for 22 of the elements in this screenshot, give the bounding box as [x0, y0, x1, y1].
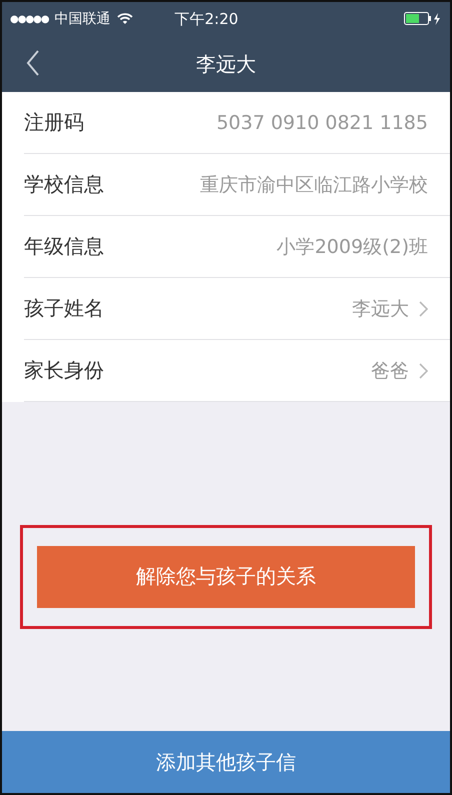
- row-label: 家长身份: [24, 357, 104, 384]
- row-label: 孩子姓名: [24, 295, 104, 322]
- chevron-icon: [419, 362, 428, 378]
- back-icon[interactable]: [26, 50, 40, 76]
- chevron-icon: [419, 300, 428, 316]
- add-child-button[interactable]: 添加其他孩子信: [2, 731, 450, 793]
- row-label: 学校信息: [24, 171, 104, 198]
- row-label: 注册码: [24, 109, 84, 136]
- signal-dots: ●●●●●: [10, 14, 49, 24]
- battery-icon: [404, 12, 442, 26]
- row-value: 5037 0910 0821 1185: [215, 112, 428, 134]
- status-time: 下午2:20: [174, 10, 238, 28]
- row-label: 年级信息: [24, 233, 104, 260]
- row-value: 小学2009级(2)班: [276, 234, 428, 260]
- wifi-icon: [116, 13, 133, 25]
- info-row[interactable]: 家长身份 爸爸: [24, 340, 450, 402]
- carrier-name: 中国联通: [54, 10, 111, 28]
- row-value: 爸爸: [370, 358, 409, 384]
- info-row[interactable]: 孩子姓名 李远大: [24, 278, 450, 340]
- row-value: 李远大: [351, 296, 409, 322]
- row-value: 重庆市渝中区临江路小学校: [199, 172, 428, 198]
- page-title: 李远大: [196, 50, 256, 78]
